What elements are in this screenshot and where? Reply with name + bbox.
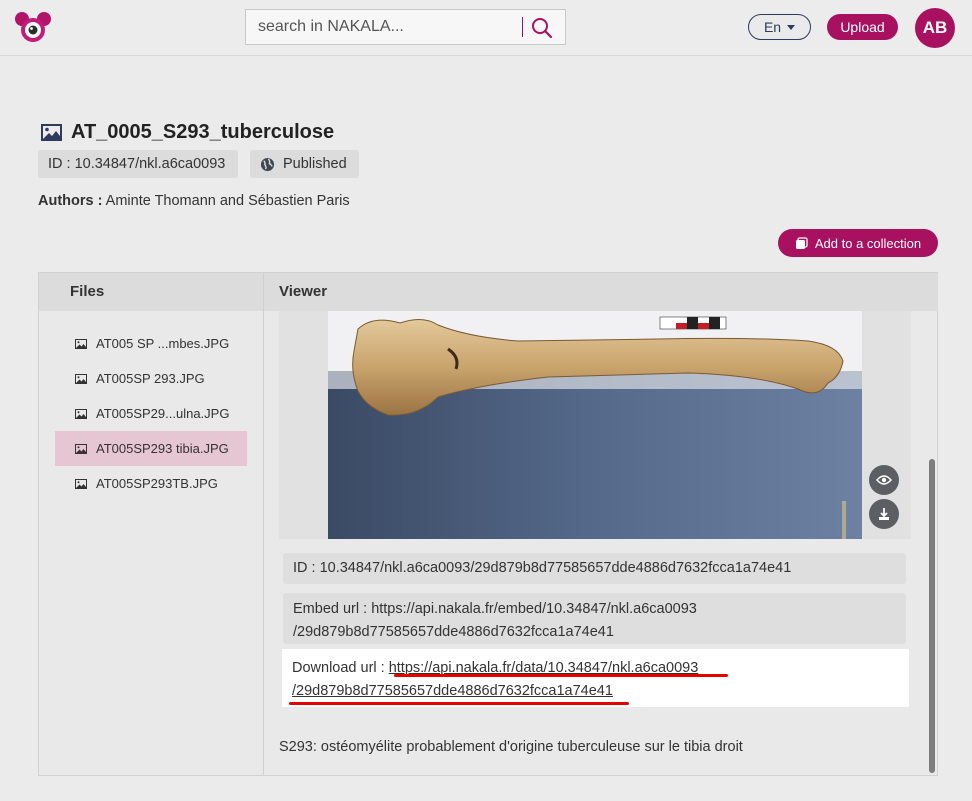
avatar[interactable]: AB	[915, 8, 955, 48]
image-icon	[75, 338, 87, 349]
download-url-link-line2[interactable]: /29d879b8d77585657dde4886d7632fcca1a74e4…	[292, 683, 613, 699]
add-to-collection-label: Add to a collection	[814, 235, 922, 251]
chevron-down-icon	[787, 24, 796, 30]
upload-button[interactable]: Upload	[827, 14, 898, 40]
language-label: En	[763, 19, 782, 35]
viewer-scrollbar[interactable]	[929, 459, 935, 773]
language-selector[interactable]: En	[748, 14, 811, 40]
collection-icon	[795, 236, 808, 249]
file-list-item[interactable]: AT005SP293 tibia.JPG	[55, 431, 247, 466]
embed-url-line2[interactable]: /29d879b8d77585657dde4886d7632fcca1a74e4…	[293, 624, 614, 640]
file-list-item[interactable]: AT005 SP ...mbes.JPG	[55, 326, 247, 361]
panel-divider	[263, 273, 264, 775]
image-icon	[75, 443, 87, 454]
red-annotation-line-1	[394, 674, 728, 677]
image-icon	[41, 124, 62, 141]
image-icon	[75, 408, 87, 419]
image-icon	[75, 373, 87, 384]
download-url-label: Download url :	[292, 660, 385, 676]
image-viewer[interactable]	[279, 311, 911, 539]
files-header: Files	[39, 273, 263, 311]
scale-bar	[659, 316, 727, 330]
image-icon	[75, 478, 87, 489]
status-badge: Published	[250, 150, 359, 178]
download-icon	[879, 508, 889, 520]
search-box	[245, 9, 566, 45]
id-badge: ID : 10.34847/nkl.a6ca0093	[38, 150, 238, 178]
authors-line: Authors : Aminte Thomann and Sébastien P…	[38, 193, 350, 209]
red-annotation-line-2	[289, 702, 629, 705]
file-name: AT005SP 293.JPG	[96, 371, 205, 386]
preview-button[interactable]	[869, 465, 899, 495]
top-bar: En Upload AB	[0, 0, 972, 56]
file-list-item[interactable]: AT005SP293TB.JPG	[55, 466, 247, 501]
files-list: AT005 SP ...mbes.JPG AT005SP 293.JPG AT005…	[55, 326, 247, 501]
file-name: AT005SP293 tibia.JPG	[96, 441, 229, 456]
files-viewer-panel: Files Viewer AT005 SP ...mbes.JPG AT005SP…	[38, 272, 938, 776]
add-to-collection-button[interactable]: Add to a collection	[778, 229, 938, 257]
embed-url-line1[interactable]: https://api.nakala.fr/embed/10.34847/nkl…	[371, 601, 697, 617]
file-name: AT005 SP ...mbes.JPG	[96, 336, 230, 351]
file-description: S293: ostéomyélite probablement d'origin…	[279, 739, 743, 755]
file-list-item[interactable]: AT005SP29...ulna.JPG	[55, 396, 247, 431]
file-name: AT005SP293TB.JPG	[96, 476, 218, 491]
authors-label: Authors :	[38, 193, 103, 209]
bone-photo	[328, 311, 862, 539]
file-id-field: ID : 10.34847/nkl.a6ca0093/29d879b8d7758…	[283, 553, 906, 584]
status-text: Published	[283, 156, 347, 172]
id-badge-text: ID : 10.34847/nkl.a6ca0093	[48, 156, 226, 172]
eye-icon	[876, 475, 892, 485]
page-title: AT_0005_S293_tuberculose	[71, 121, 335, 143]
file-list-item[interactable]: AT005SP 293.JPG	[55, 361, 247, 396]
nakala-logo[interactable]	[13, 11, 53, 43]
search-separator	[522, 17, 523, 37]
search-input[interactable]	[258, 10, 518, 44]
viewer-header: Viewer	[264, 273, 938, 311]
file-name: AT005SP29...ulna.JPG	[96, 406, 230, 421]
download-url-field: Download url : https://api.nakala.fr/dat…	[282, 649, 909, 707]
record-title-row: AT_0005_S293_tuberculose	[41, 121, 334, 144]
embed-url-label: Embed url :	[293, 601, 368, 617]
globe-icon	[260, 157, 275, 171]
embed-url-field: Embed url : https://api.nakala.fr/embed/…	[283, 593, 906, 644]
search-icon[interactable]	[530, 16, 554, 40]
download-button[interactable]	[869, 499, 899, 529]
authors-value: Aminte Thomann and Sébastien Paris	[105, 193, 350, 209]
